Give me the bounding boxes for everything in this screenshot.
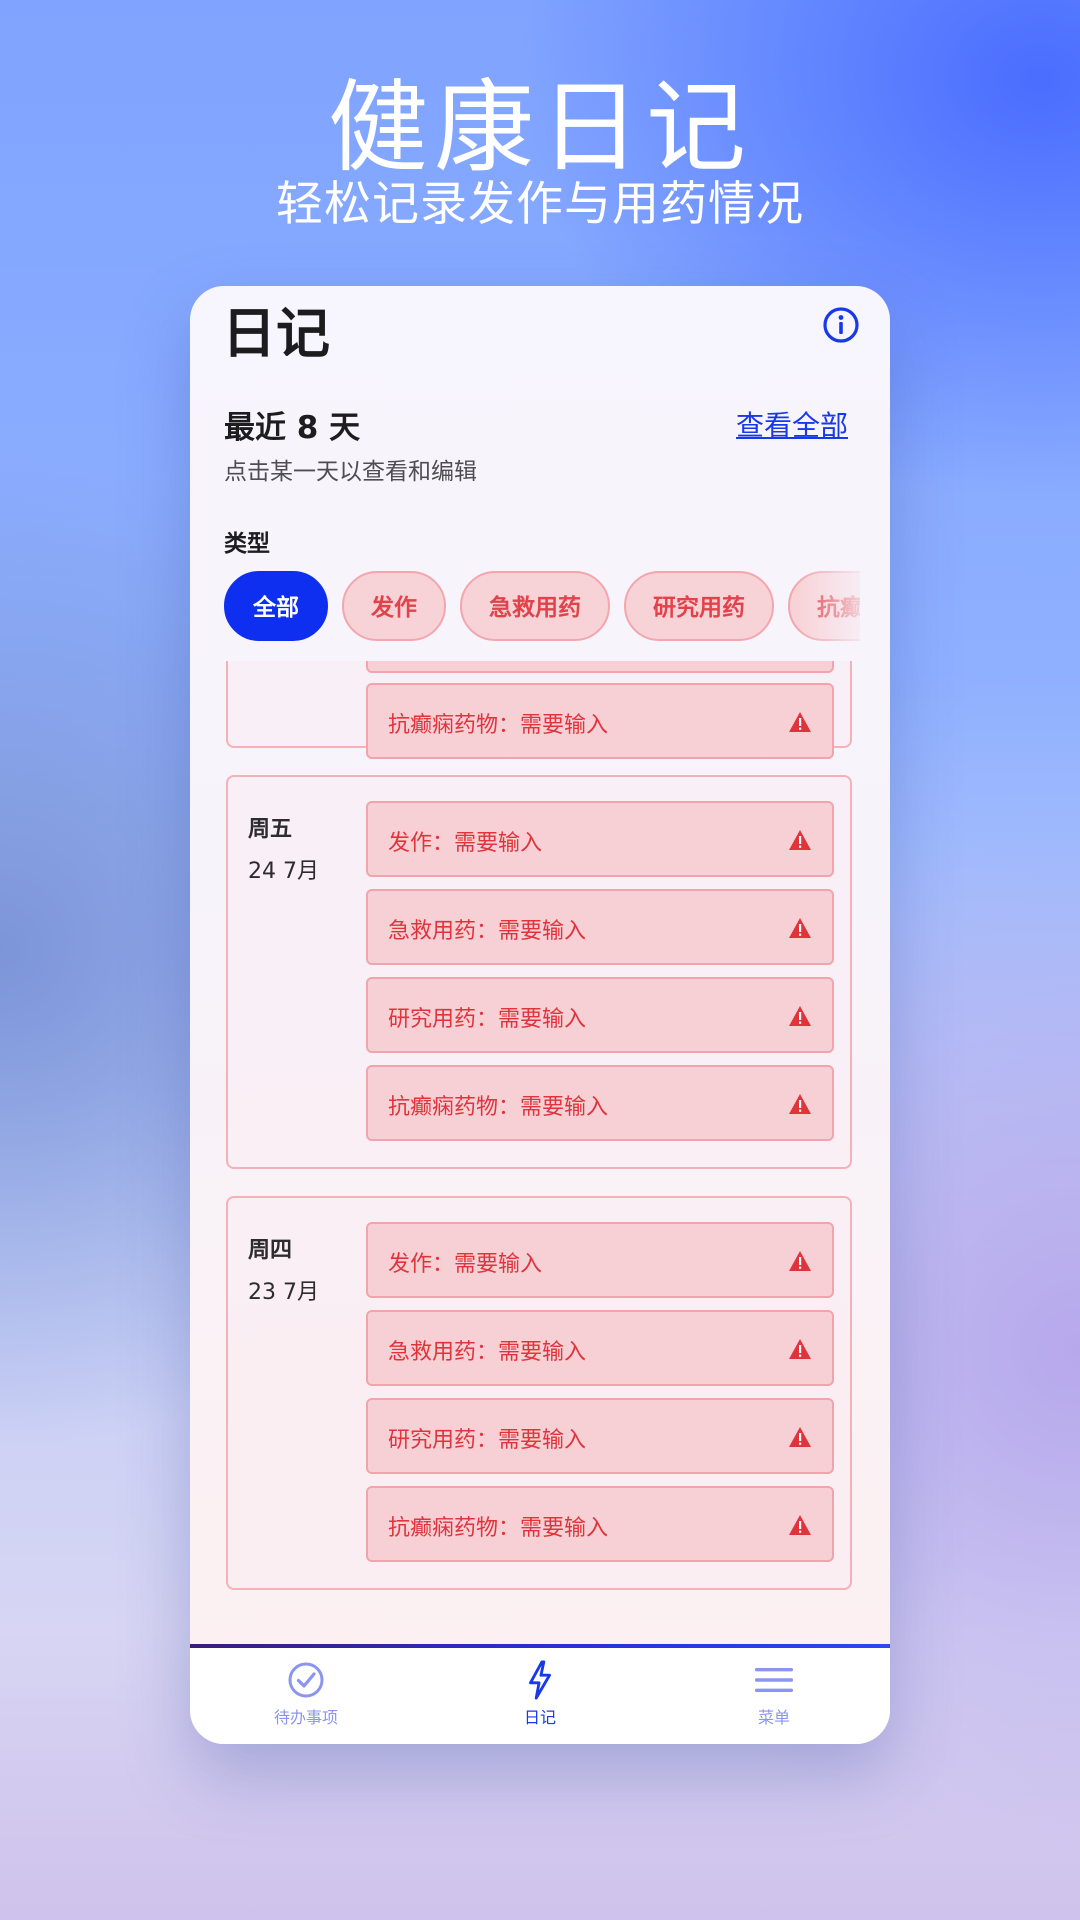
nav-label: 日记: [523, 1708, 556, 1727]
chip-rescue-medication[interactable]: 急救用药: [460, 571, 610, 641]
warning-icon: [789, 712, 811, 732]
hero-title: 健康日记: [328, 69, 752, 186]
entry-label: 抗癫痫药物：需要输入: [388, 1095, 609, 1120]
day-name: 周五: [248, 817, 293, 842]
day-card[interactable]: 抗癫痫药物：需要输入: [226, 661, 852, 759]
diary-entry-seizure[interactable]: 发作：需要输入: [366, 1222, 834, 1298]
diary-entry[interactable]: 抗癫痫药物：需要输入: [366, 683, 834, 759]
page-title: 日记: [222, 302, 330, 365]
entry-label: 急救用药：需要输入: [388, 919, 587, 944]
warning-icon: [789, 830, 811, 850]
warning-icon: [789, 1339, 811, 1359]
nav-divider: [190, 1644, 890, 1648]
section-hint: 点击某一天以查看和编辑: [224, 459, 477, 485]
diary-entry-seizure[interactable]: 发作：需要输入: [366, 801, 834, 877]
diary-entry-antiepileptic[interactable]: 抗癫痫药物：需要输入: [366, 1486, 834, 1562]
diary-entry-study-medication[interactable]: 研究用药：需要输入: [366, 977, 834, 1053]
chip-antiepileptic[interactable]: 抗癫痫药物: [788, 571, 860, 641]
section-title: 最近 8 天: [224, 410, 361, 446]
nav-item-todo[interactable]: 待办事项: [206, 1650, 406, 1728]
day-card-thursday[interactable]: 周四 23 7月 发作：需要输入 急救用药：需要输入 研究用药：需要输入 抗癫痫…: [226, 1196, 852, 1590]
day-date: 24 7月: [248, 859, 319, 884]
entry-label: 发作：需要输入: [388, 1252, 543, 1277]
bottom-nav: 待办事项 日记 菜单: [190, 1644, 890, 1744]
diary-entry-antiepileptic[interactable]: 抗癫痫药物：需要输入: [366, 1065, 834, 1141]
menu-icon: [755, 1668, 793, 1692]
chip-study-medication[interactable]: 研究用药: [624, 571, 774, 641]
entry-label: 急救用药：需要输入: [388, 1340, 587, 1365]
info-icon[interactable]: [822, 306, 860, 344]
type-filter-label: 类型: [224, 531, 270, 557]
phone-screen: 日记 最近 8 天 查看全部 点击某一天以查看和编辑 类型 全部 发作 急救用药 研究…: [190, 286, 890, 1744]
nav-item-diary[interactable]: 日记: [440, 1650, 640, 1728]
hero-subtitle: 轻松记录发作与用药情况: [276, 177, 804, 232]
entry-label: 发作：需要输入: [388, 831, 543, 856]
diary-entry-partial[interactable]: [366, 661, 834, 673]
entry-label: 研究用药：需要输入: [388, 1007, 587, 1032]
warning-icon: [789, 918, 811, 938]
entry-label: 研究用药：需要输入: [388, 1428, 587, 1453]
diary-entry-rescue-medication[interactable]: 急救用药：需要输入: [366, 889, 834, 965]
nav-item-menu[interactable]: 菜单: [674, 1650, 874, 1728]
warning-icon: [789, 1427, 811, 1447]
chip-seizure[interactable]: 发作: [342, 571, 446, 641]
check-circle-icon: [288, 1662, 324, 1698]
warning-icon: [789, 1094, 811, 1114]
diary-entry-study-medication[interactable]: 研究用药：需要输入: [366, 1398, 834, 1474]
diary-list[interactable]: 抗癫痫药物：需要输入 周五 24 7月 发作：需要输入 急救用药：需要输入 研究…: [190, 661, 890, 1646]
chip-all[interactable]: 全部: [224, 571, 328, 641]
diary-entry-rescue-medication[interactable]: 急救用药：需要输入: [366, 1310, 834, 1386]
entry-label: 抗癫痫药物：需要输入: [388, 1516, 609, 1541]
day-date: 23 7月: [248, 1280, 319, 1305]
warning-icon: [789, 1251, 811, 1271]
entry-label: 抗癫痫药物：需要输入: [388, 713, 609, 738]
day-card-friday[interactable]: 周五 24 7月 发作：需要输入 急救用药：需要输入 研究用药：需要输入 抗癫痫…: [226, 775, 852, 1169]
type-filter-chips: 全部发作急救用药研究用药抗癫痫药物: [224, 571, 860, 645]
nav-label: 待办事项: [273, 1708, 338, 1727]
warning-icon: [789, 1006, 811, 1026]
day-name: 周四: [248, 1238, 293, 1263]
view-all-link[interactable]: 查看全部: [736, 404, 848, 444]
warning-icon: [789, 1515, 811, 1535]
nav-label: 菜单: [757, 1708, 790, 1727]
lightning-icon: [529, 1660, 551, 1700]
